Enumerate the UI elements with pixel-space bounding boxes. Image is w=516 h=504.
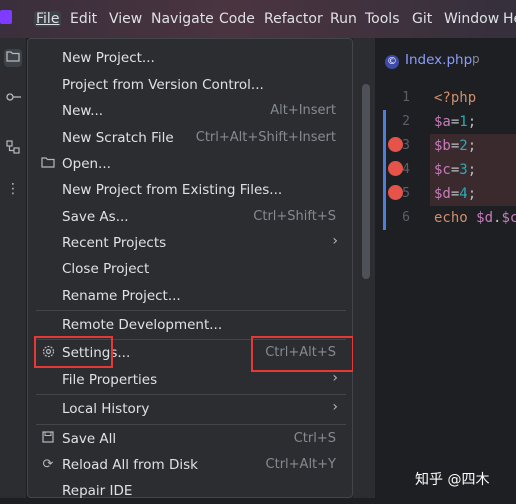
menu-item-label: Remote Development... [62, 317, 223, 333]
menu-separator [36, 394, 346, 395]
menu-view[interactable]: View [109, 11, 142, 27]
menu-item-label: Project from Version Control... [62, 77, 264, 93]
code-line: $c=3; [434, 162, 477, 178]
menu-navigate[interactable]: Navigate [151, 11, 214, 27]
structure-icon[interactable] [4, 140, 22, 158]
menu-item-shortcut: Ctrl+Shift+S [253, 209, 336, 224]
menu-item-recent-projects[interactable]: Recent Projects › [28, 232, 354, 256]
menu-separator [36, 424, 346, 425]
menu-item-label: New Scratch File [62, 130, 174, 146]
folder-icon [40, 156, 56, 172]
save-icon [40, 431, 56, 447]
folder-icon[interactable] [4, 49, 22, 67]
main-menubar: File Edit View Navigate Code Refactor Ru… [0, 0, 516, 38]
menu-item-rename-project[interactable]: Rename Project... [28, 285, 354, 309]
menu-item-shortcut: Alt+Insert [270, 103, 336, 118]
code-line: $a=1; [434, 114, 477, 130]
breakpoint-icon[interactable] [388, 161, 403, 176]
menu-item-label: Recent Projects [62, 235, 167, 251]
code-line: echo $d.$c [434, 210, 516, 226]
menu-item-label: New Project from Existing Files... [62, 182, 283, 198]
breakpoint-icon[interactable] [388, 137, 403, 152]
menu-item-reload-all[interactable]: ⟳ Reload All from Disk Ctrl+Alt+Y [28, 454, 354, 478]
annotation-box-settings [34, 336, 113, 368]
code-line: $b=2; [434, 138, 477, 154]
menu-item-new-scratch-file[interactable]: New Scratch File Ctrl+Alt+Shift+Insert [28, 127, 354, 151]
file-menu-dropdown: New Project... Project from Version Cont… [27, 38, 354, 499]
menu-edit[interactable]: Edit [70, 11, 97, 27]
app-logo-icon[interactable] [0, 10, 12, 24]
annotation-box-shortcut [251, 336, 354, 372]
editor-tab-bar: © Index.php p [375, 46, 516, 80]
menu-item-new-project[interactable]: New Project... [28, 47, 354, 71]
menu-item-label: Save As... [62, 209, 129, 225]
breakpoint-icon[interactable] [388, 185, 403, 200]
line-number: 2 [402, 114, 410, 129]
tab-index-php[interactable]: © Index.php [385, 52, 472, 69]
menu-item-label: File Properties [62, 372, 158, 388]
scrollbar-thumb[interactable] [362, 84, 370, 279]
commit-icon[interactable] [4, 89, 22, 107]
menu-file[interactable]: File [34, 11, 62, 27]
more-icon[interactable]: ⋮ [4, 180, 22, 198]
menu-item-shortcut: Ctrl+Alt+Y [265, 457, 336, 472]
menu-item-label: Reload All from Disk [62, 457, 198, 473]
menu-item-local-history[interactable]: Local History › [28, 398, 354, 422]
watermark: 知乎 @四木 [415, 472, 490, 488]
code-line: $d=4; [434, 186, 477, 202]
menu-item-shortcut: Ctrl+S [293, 431, 336, 446]
menu-code[interactable]: Code [219, 11, 255, 27]
menu-item-label: Close Project [62, 261, 150, 277]
menu-item-open[interactable]: Open... [28, 153, 354, 177]
tool-window-strip: ⋮ [0, 38, 26, 498]
menu-item-new[interactable]: New... Alt+Insert [28, 100, 354, 124]
menu-item-close-project[interactable]: Close Project [28, 258, 354, 282]
code-line: <?php [434, 90, 477, 106]
menu-window[interactable]: Window [444, 11, 499, 27]
menu-item-label: New... [62, 103, 104, 119]
tab-extra-label: p [472, 52, 480, 66]
menu-item-save-all[interactable]: Save All Ctrl+S [28, 428, 354, 452]
menu-item-new-project-existing[interactable]: New Project from Existing Files... [28, 179, 354, 203]
menu-help[interactable]: He [503, 11, 516, 27]
line-number: 6 [402, 210, 410, 225]
tab-label: Index.php [405, 52, 473, 68]
line-number: 1 [402, 90, 410, 105]
menu-refactor[interactable]: Refactor [264, 11, 323, 27]
menu-item-shortcut: Ctrl+Alt+Shift+Insert [195, 130, 336, 145]
menu-item-label: New Project... [62, 50, 155, 66]
menu-run[interactable]: Run [330, 11, 357, 27]
code-editor[interactable] [375, 38, 516, 498]
reload-icon: ⟳ [42, 457, 54, 472]
menu-separator [36, 310, 346, 311]
chevron-right-icon: › [332, 233, 338, 249]
chevron-right-icon: › [332, 370, 338, 386]
menu-item-label: Save All [62, 431, 117, 447]
menu-item-save-as[interactable]: Save As... Ctrl+Shift+S [28, 206, 354, 230]
php-file-icon: © [385, 55, 399, 69]
menu-git[interactable]: Git [412, 11, 432, 27]
vcs-change-marker [383, 110, 386, 230]
menu-item-project-from-vcs[interactable]: Project from Version Control... [28, 74, 354, 98]
menu-item-label: Open... [62, 156, 111, 172]
menu-item-label: Local History [62, 401, 150, 417]
menu-item-file-properties[interactable]: File Properties › [28, 369, 354, 393]
menu-item-label: Rename Project... [62, 288, 181, 304]
menu-item-repair-ide[interactable]: Repair IDE [28, 480, 354, 504]
menu-tools[interactable]: Tools [365, 11, 400, 27]
menu-item-remote-development[interactable]: Remote Development... [28, 314, 354, 338]
chevron-right-icon: › [332, 399, 338, 415]
menu-item-label: Repair IDE [62, 483, 133, 499]
